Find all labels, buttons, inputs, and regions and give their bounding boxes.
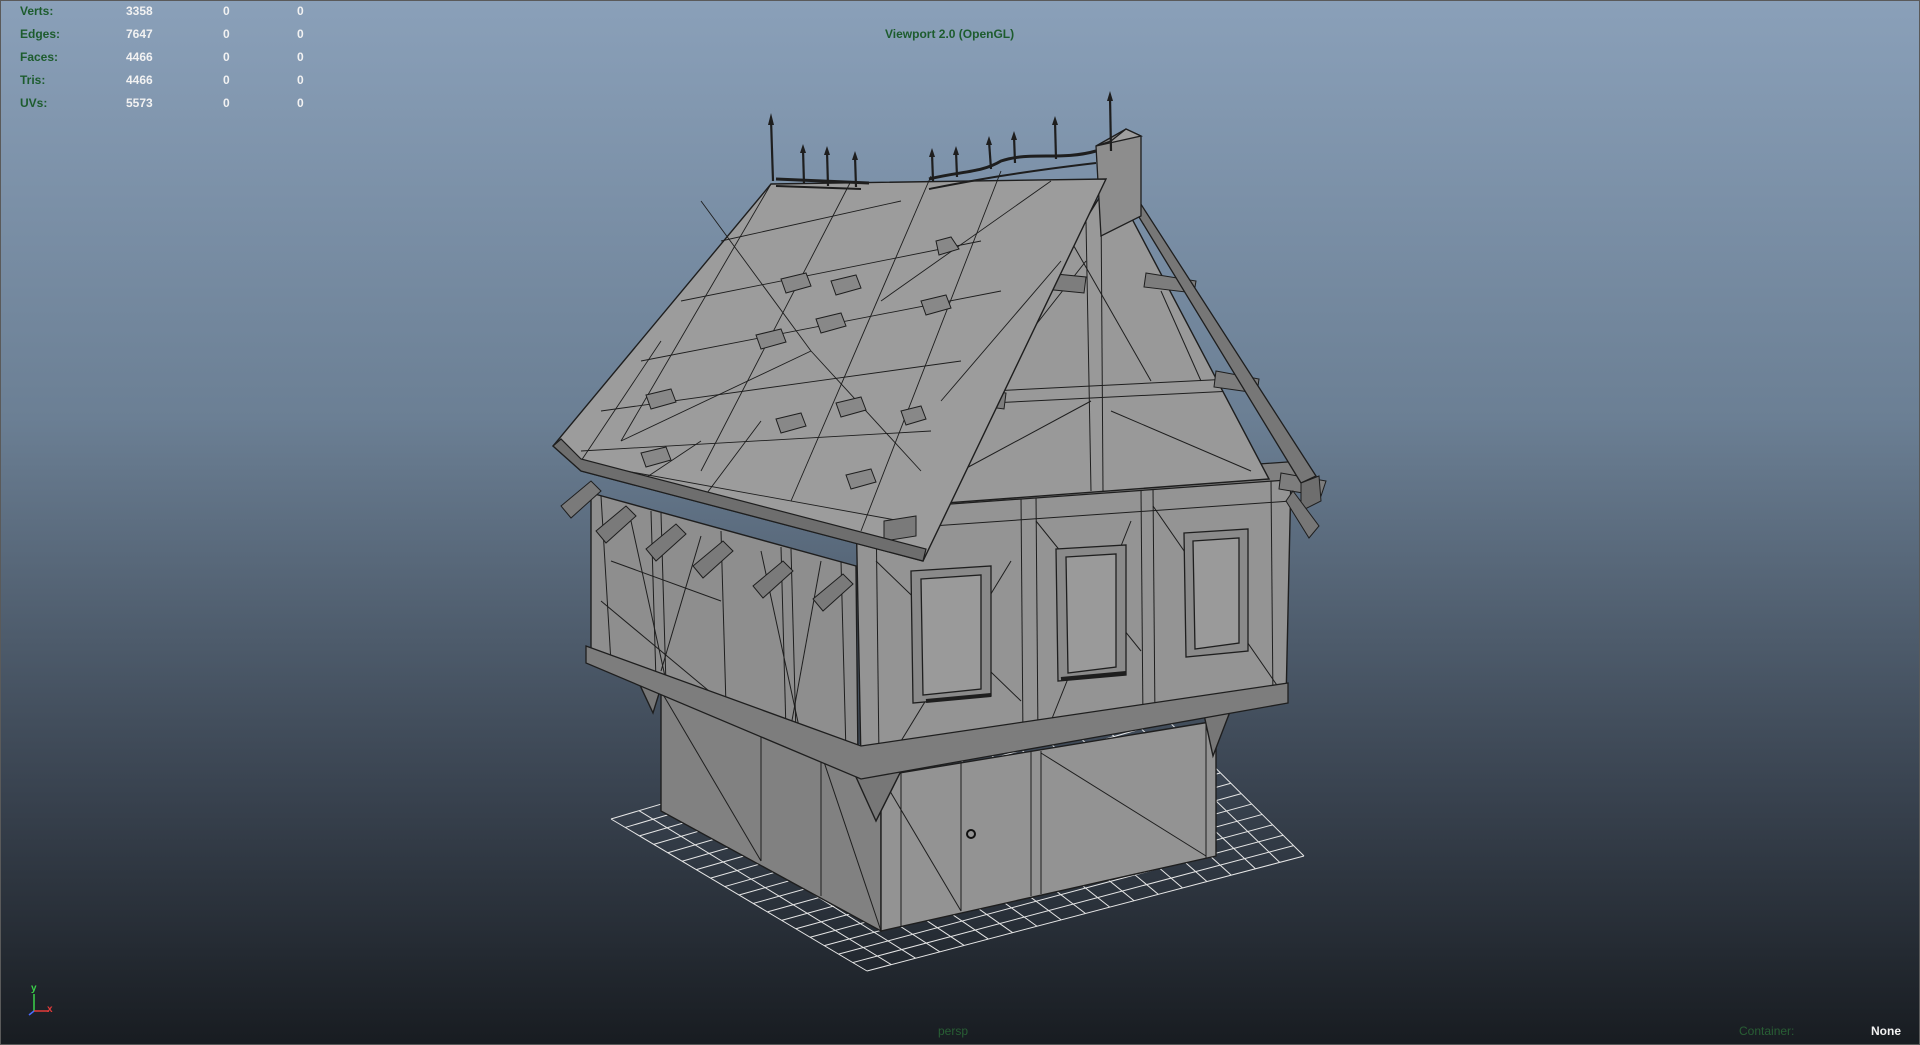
axis-gizmo-icon: y x: [27, 983, 57, 1022]
axis-x-label: x: [47, 1004, 53, 1015]
hud-label: Verts:: [20, 4, 54, 18]
hud-value: 0: [223, 4, 230, 18]
hud-row-uvs: UVs: 5573 0 0: [20, 96, 320, 119]
house-model-wireframe[interactable]: [1, 1, 1919, 1044]
hud-value: 4466: [126, 73, 153, 87]
hud-value: 3358: [126, 4, 153, 18]
hud-value: 0: [223, 73, 230, 87]
renderer-label: Viewport 2.0 (OpenGL): [885, 27, 1015, 41]
axis-y-label: y: [31, 983, 37, 994]
hud-value: 0: [297, 50, 304, 64]
roof-ridge-ornaments: [768, 91, 1113, 190]
hud-value: 0: [297, 96, 304, 110]
selection-value: None: [1871, 1024, 1901, 1038]
hud-row-faces: Faces: 4466 0 0: [20, 50, 320, 73]
hud-row-verts: Verts: 3358 0 0: [20, 4, 320, 27]
container-label: Container:: [1739, 1024, 1795, 1038]
hud-value: 0: [297, 27, 304, 41]
hud-label: Tris:: [20, 73, 46, 87]
hud-row-tris: Tris: 4466 0 0: [20, 73, 320, 96]
poly-count-hud: Verts: 3358 0 0 Edges: 7647 0 0 Faces: 4…: [20, 4, 320, 119]
hud-value: 0: [223, 27, 230, 41]
hud-value: 7647: [126, 27, 153, 41]
hud-label: UVs:: [20, 96, 48, 110]
hud-value: 0: [297, 73, 304, 87]
hud-value: 4466: [126, 50, 153, 64]
hud-label: Faces:: [20, 50, 59, 64]
hud-value: 0: [297, 4, 304, 18]
hud-value: 0: [223, 50, 230, 64]
hud-value: 0: [223, 96, 230, 110]
camera-name: persp: [938, 1024, 969, 1038]
hud-value: 5573: [126, 96, 153, 110]
3d-viewport[interactable]: Verts: 3358 0 0 Edges: 7647 0 0 Faces: 4…: [0, 0, 1920, 1045]
hud-label: Edges:: [20, 27, 61, 41]
hud-row-edges: Edges: 7647 0 0: [20, 27, 320, 50]
